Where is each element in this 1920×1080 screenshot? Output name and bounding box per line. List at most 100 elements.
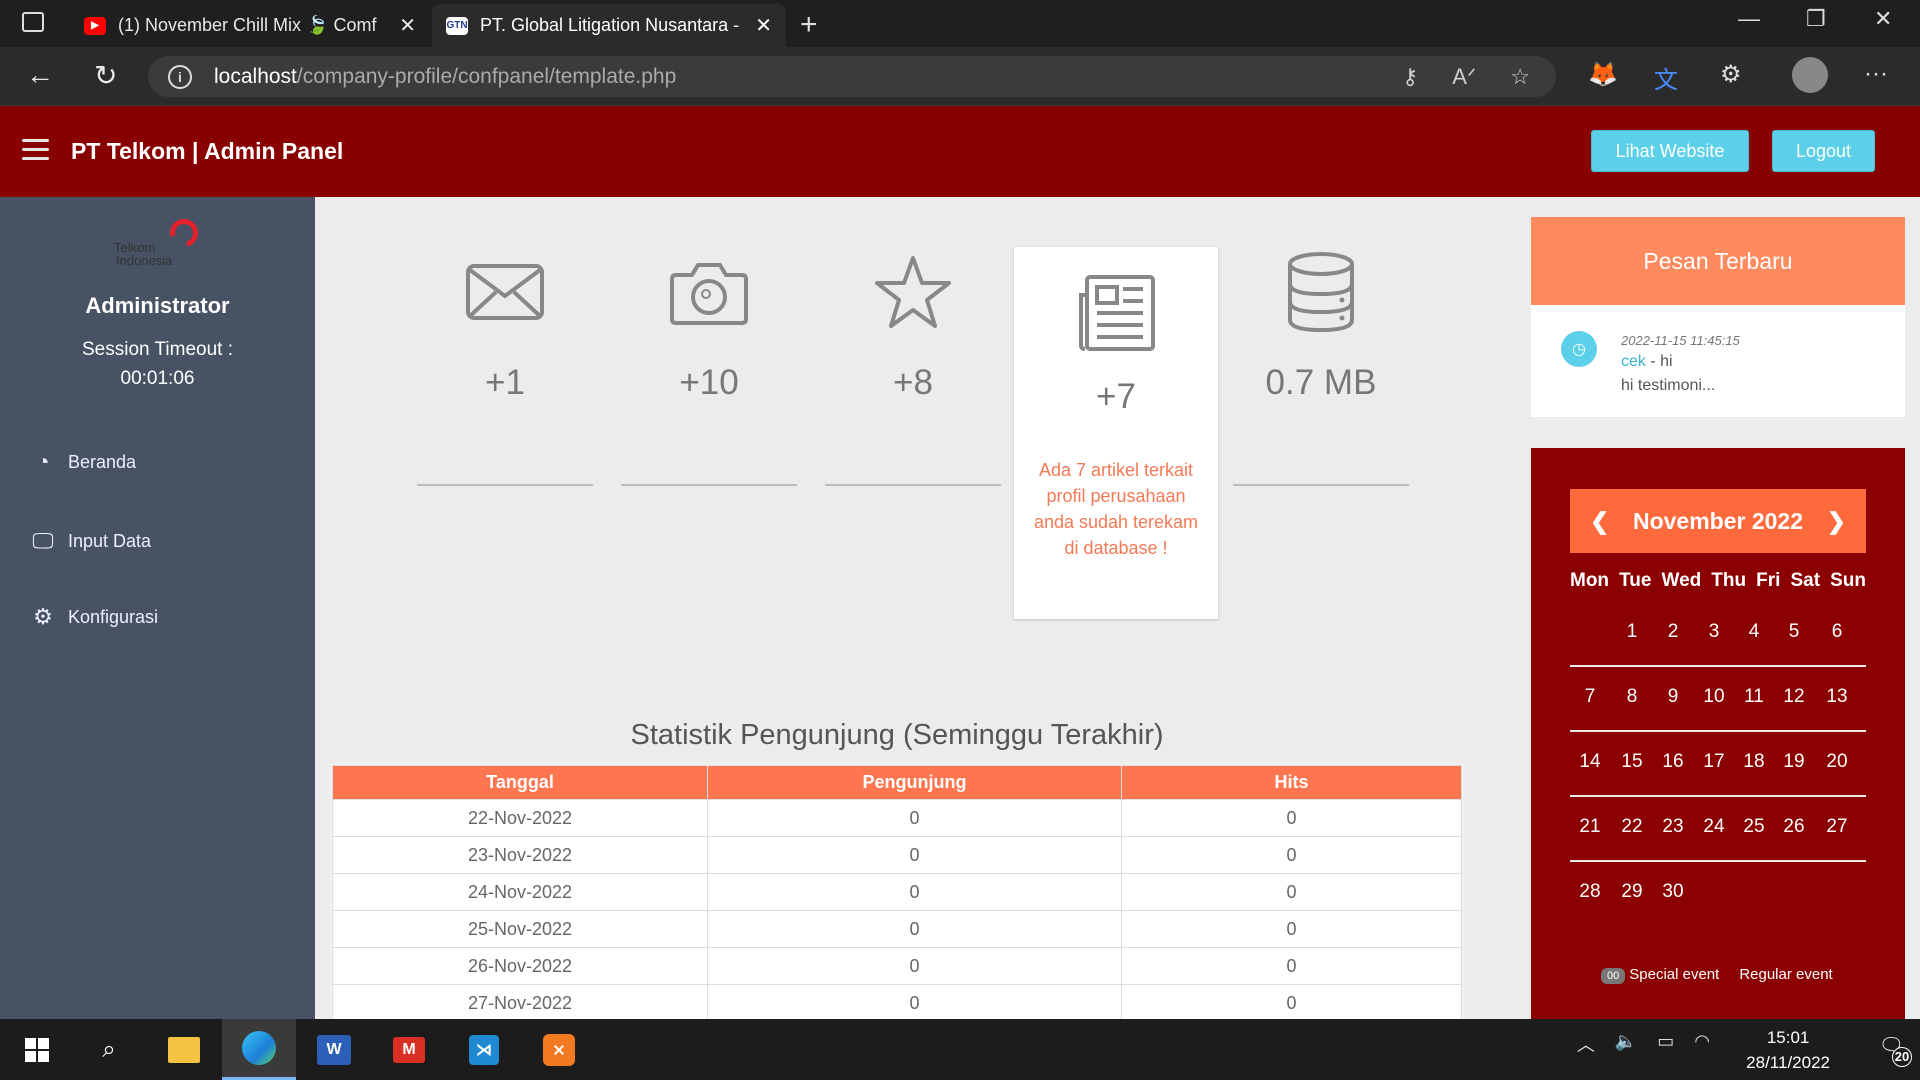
stat-messages[interactable]: +1 — [417, 247, 593, 486]
tab-actions-icon[interactable] — [22, 12, 44, 32]
extensions-icon[interactable]: ⚙ — [1720, 60, 1742, 89]
menu-toggle-icon[interactable] — [22, 139, 49, 166]
newspaper-icon — [1014, 275, 1218, 351]
calendar-day[interactable]: 20 — [1817, 751, 1857, 773]
calendar-day[interactable]: 29 — [1612, 881, 1652, 903]
search-icon[interactable]: ⌕ — [72, 1019, 146, 1080]
calendar-week: 14 15 16 17 18 19 20 — [1570, 733, 1866, 797]
more-icon[interactable]: ··· — [1864, 60, 1888, 88]
stat-articles[interactable]: +7 Ada 7 artikel terkait profil perusaha… — [1014, 247, 1218, 619]
database-icon — [1233, 247, 1409, 337]
tab-active[interactable]: GTN PT. Global Litigation Nusantara - ✕ — [432, 4, 786, 47]
prev-month-icon[interactable]: ❮ — [1590, 508, 1609, 535]
sidebar-item-input-data[interactable]: 🖵 Input Data — [30, 528, 151, 554]
calendar-month: November 2022 — [1632, 507, 1804, 534]
calendar-day[interactable]: 24 — [1694, 816, 1734, 838]
restore-icon[interactable]: ❐ — [1806, 6, 1826, 32]
tab-title: PT. Global Litigation Nusantara - — [480, 15, 740, 35]
calendar-day[interactable]: 11 — [1734, 686, 1774, 708]
key-icon[interactable]: ⚷ — [1402, 64, 1418, 90]
calendar-day[interactable]: 6 — [1817, 621, 1857, 643]
logout-button[interactable]: Logout — [1772, 130, 1875, 172]
calendar-day[interactable]: 13 — [1817, 686, 1857, 708]
star-icon — [825, 247, 1001, 337]
back-icon[interactable]: ← — [26, 59, 54, 91]
tab-youtube[interactable]: ▶ (1) November Chill Mix 🍃 Comf ✕ — [70, 4, 430, 47]
edge-icon[interactable] — [222, 1019, 296, 1080]
calendar-day[interactable]: 28 — [1570, 881, 1610, 903]
file-explorer-icon[interactable] — [147, 1019, 221, 1080]
calendar-day[interactable]: 26 — [1774, 816, 1814, 838]
xampp-icon[interactable]: ⨯ — [522, 1019, 596, 1080]
calendar-day[interactable]: 15 — [1612, 751, 1652, 773]
battery-icon[interactable]: ▭ — [1657, 1031, 1674, 1057]
calendar-day[interactable]: 2 — [1653, 621, 1693, 643]
calendar-day[interactable]: 30 — [1653, 881, 1693, 903]
close-tab-icon[interactable]: ✕ — [399, 13, 416, 38]
calendar-day[interactable]: 18 — [1734, 751, 1774, 773]
calendar-day[interactable]: 5 — [1774, 621, 1814, 643]
refresh-icon[interactable]: ↻ — [94, 59, 117, 92]
user-name: Administrator — [85, 293, 230, 318]
calendar-day[interactable]: 25 — [1734, 816, 1774, 838]
calendar-day[interactable]: 10 — [1694, 686, 1734, 708]
start-icon[interactable] — [0, 1019, 74, 1080]
close-window-icon[interactable]: ✕ — [1874, 6, 1892, 32]
translate-icon[interactable]: 文 — [1654, 60, 1678, 95]
calendar-day[interactable]: 19 — [1774, 751, 1814, 773]
vscode-icon[interactable]: ⋊ — [447, 1019, 521, 1080]
wifi-icon[interactable]: ◠ — [1694, 1031, 1710, 1057]
calendar-day[interactable]: 27 — [1817, 816, 1857, 838]
envelope-icon — [417, 247, 593, 337]
sidebar-item-konfigurasi[interactable]: ⚙ Konfigurasi — [30, 604, 158, 630]
message-preview[interactable]: hi testimoni... — [1621, 377, 1715, 395]
telkom-logo: Telkom Indonesia — [112, 213, 204, 273]
calendar-day[interactable]: 9 — [1653, 686, 1693, 708]
stat-value: +7 — [1096, 377, 1136, 416]
dashboard-content: +1 +10 +8 +7 Ada 7 artikel terkait profi… — [315, 197, 1515, 1025]
next-month-icon[interactable]: ❯ — [1827, 508, 1846, 535]
calendar-day[interactable]: 1 — [1612, 621, 1652, 643]
calendar-day[interactable]: 8 — [1612, 686, 1652, 708]
stat-storage[interactable]: 0.7 MB — [1233, 247, 1409, 486]
weekday-row: Mon Tue Wed Thu Fri Sat Sun — [1570, 570, 1866, 591]
chevron-up-icon[interactable]: ︿ — [1577, 1031, 1595, 1057]
calendar-day[interactable]: 16 — [1653, 751, 1693, 773]
tab-title: (1) November Chill Mix 🍃 Comf — [118, 15, 377, 35]
calendar-day[interactable]: 22 — [1612, 816, 1652, 838]
admin-header: PT Telkom | Admin Panel Lihat Website Lo… — [0, 106, 1920, 197]
calendar-day[interactable]: 12 — [1774, 686, 1814, 708]
right-panel: Pesan Terbaru ◷ 2022-11-15 11:45:15 cek … — [1515, 197, 1920, 1048]
calendar-week: 28 29 30 — [1570, 863, 1866, 927]
calendar-day[interactable]: 4 — [1734, 621, 1774, 643]
calendar-day[interactable]: 3 — [1694, 621, 1734, 643]
profile-avatar[interactable] — [1792, 57, 1828, 93]
read-aloud-icon[interactable]: Aᐟ — [1452, 64, 1476, 90]
stat-testimonials[interactable]: +8 — [825, 247, 1001, 486]
calendar-day[interactable]: 17 — [1694, 751, 1734, 773]
url-field[interactable]: i localhost /company-profile/confpanel/t… — [148, 56, 1556, 97]
minimize-icon[interactable]: — — [1738, 6, 1760, 32]
notification-icon[interactable]: 🗨 20 — [1879, 1033, 1912, 1067]
calendar-day[interactable]: 23 — [1653, 816, 1693, 838]
gears-icon: ⚙ — [33, 604, 53, 629]
favorite-icon[interactable]: ☆ — [1510, 64, 1530, 90]
metamask-icon[interactable]: 🦊 — [1588, 60, 1618, 89]
system-clock[interactable]: 15:01 28/11/2022 — [1746, 1025, 1830, 1075]
browser-tab-strip: ▶ (1) November Chill Mix 🍃 Comf ✕ GTN PT… — [0, 0, 1920, 47]
new-tab-icon[interactable]: + — [800, 8, 818, 42]
sidebar-item-beranda[interactable]: ◔ Beranda — [30, 449, 136, 475]
stat-gallery[interactable]: +10 — [621, 247, 797, 486]
word-icon[interactable]: W — [297, 1019, 371, 1080]
close-tab-icon[interactable]: ✕ — [755, 13, 772, 38]
calendar-day[interactable]: 7 — [1570, 686, 1610, 708]
message-date: 2022-11-15 11:45:15 — [1621, 333, 1740, 348]
gmail-icon[interactable]: M — [372, 1019, 446, 1080]
calendar-week: 1 2 3 4 5 6 — [1570, 603, 1866, 667]
volume-icon[interactable]: 🔈 — [1615, 1031, 1637, 1057]
calendar-day[interactable]: 14 — [1570, 751, 1610, 773]
view-website-button[interactable]: Lihat Website — [1591, 130, 1749, 172]
calendar-day[interactable]: 21 — [1570, 816, 1610, 838]
info-icon[interactable]: i — [168, 64, 192, 89]
message-sender[interactable]: cek - hi — [1621, 353, 1673, 371]
